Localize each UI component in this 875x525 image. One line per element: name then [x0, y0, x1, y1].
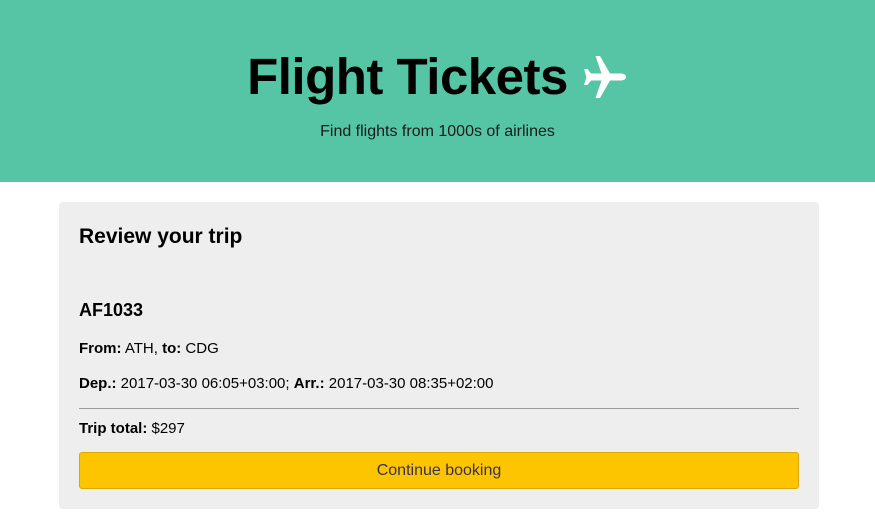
flight-number: AF1033 [79, 300, 144, 320]
page-title-row: Flight Tickets [0, 47, 875, 107]
divider [79, 408, 799, 409]
arrival-label: Arr.: [293, 375, 325, 392]
to-value: CDG [185, 340, 219, 357]
from-value: ATH [124, 340, 154, 357]
departure-value: 2017-03-30 06:05+03:00 [120, 375, 286, 392]
page-subtitle: Find flights from 1000s of airlines [320, 123, 555, 140]
airplane-icon [580, 53, 628, 101]
trip-total-label: Trip total: [79, 420, 148, 437]
trip-total-value: $297 [151, 420, 185, 437]
review-heading: Review your trip [79, 225, 243, 248]
route-info: From: ATH, to: CDG [79, 340, 219, 357]
to-label: to: [162, 340, 182, 357]
from-label: From: [79, 340, 122, 357]
trip-total: Trip total: $297 [79, 419, 185, 438]
continue-booking-button[interactable]: Continue booking [79, 452, 799, 489]
page-header: Flight Tickets Find flights from 1000s o… [0, 0, 875, 182]
schedule-info: Dep.: 2017-03-30 06:05+03:00; Arr.: 2017… [79, 375, 494, 392]
arrival-value: 2017-03-30 08:35+02:00 [328, 375, 494, 392]
trip-review-card: Review your trip AF1033 From: ATH, to: C… [59, 202, 819, 509]
departure-label: Dep.: [79, 375, 117, 392]
page-title: Flight Tickets [247, 48, 568, 105]
